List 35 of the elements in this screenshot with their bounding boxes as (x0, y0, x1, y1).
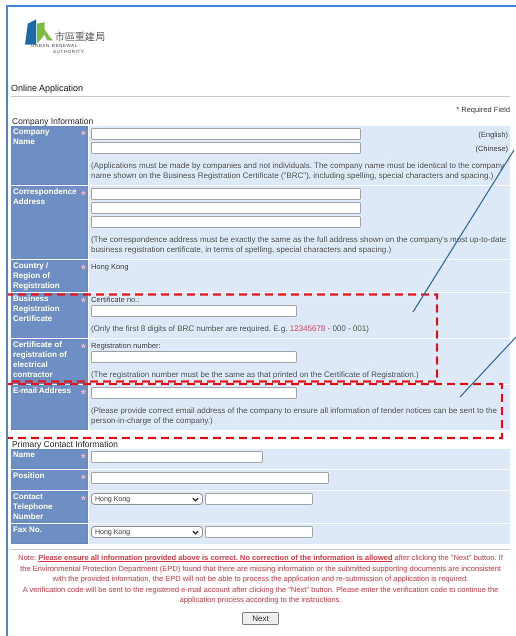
section-heading: Primary Contact Information (11, 439, 119, 449)
annotation-line (460, 336, 516, 398)
text-field[interactable] (91, 142, 361, 154)
text-field[interactable] (91, 305, 297, 317)
required-mark: * (81, 295, 86, 309)
logo-icon (25, 19, 53, 45)
text-field[interactable] (91, 387, 297, 399)
chevron-icon (192, 496, 199, 502)
required-mark: * (81, 493, 86, 507)
field-label-cell: Fax No. (11, 524, 89, 544)
hint-text: (The registration number must be the same as that printed on the Certificate of Registration.) (91, 370, 420, 380)
text-field[interactable] (205, 526, 313, 538)
hint-text: (Only the first 8 digits of BRC number are required. E.g. 12345678 - 000 - 001) (91, 324, 370, 334)
hint-text: (Applications must be made by companies and not individuals. The company name must be identical to the company name shown on the Business Registration Certificate ("BRC"), including spelling, special characters and spacing.) (91, 161, 505, 181)
next-button[interactable]: Next (242, 612, 279, 624)
section-heading: Company Information (11, 116, 94, 126)
chevron-icon (192, 530, 199, 534)
required-mark: * (81, 341, 86, 355)
required-mark: * (81, 472, 86, 486)
required-mark: * (81, 387, 86, 401)
text-field[interactable] (91, 216, 361, 228)
text-field[interactable] (91, 451, 263, 463)
text-field[interactable] (91, 351, 297, 363)
required-mark: * (81, 188, 86, 202)
page-title: Online Application (11, 69, 510, 97)
text-field[interactable] (205, 493, 313, 505)
text-field[interactable] (91, 202, 361, 214)
required-mark: * (81, 451, 86, 465)
required-mark: * (81, 128, 86, 142)
hint-text: (Please provide correct email address of the company to ensure all information of tender notices can be sent to the person-in-charge of the company.) (91, 406, 498, 426)
text-field[interactable] (91, 188, 361, 200)
text-field[interactable] (91, 472, 329, 484)
logo-chinese-name: 市區重建局 (55, 32, 105, 43)
required-mark: * (81, 262, 86, 276)
text-field[interactable] (91, 128, 361, 140)
